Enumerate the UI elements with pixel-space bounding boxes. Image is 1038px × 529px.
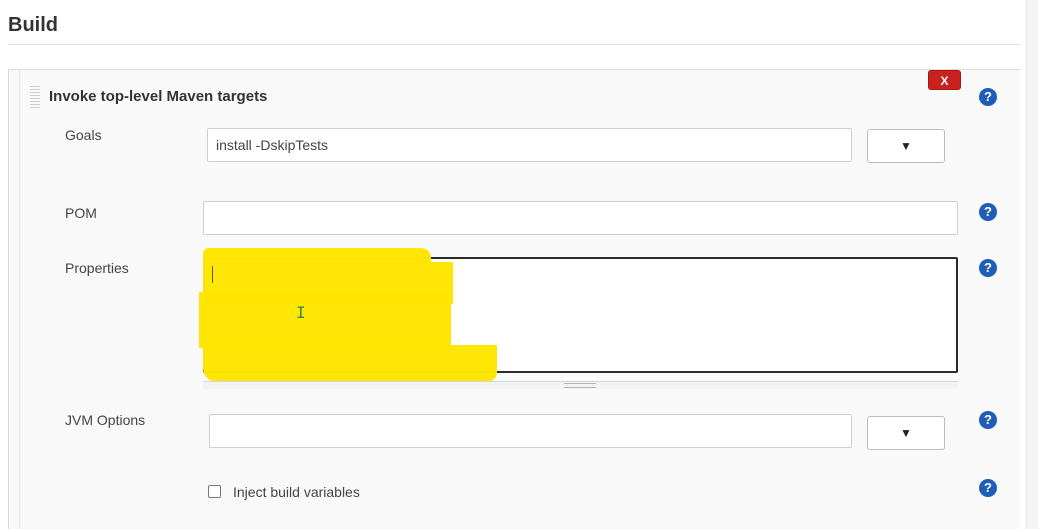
section-title: Build <box>8 14 58 36</box>
text-cursor <box>212 266 213 283</box>
highlight-overlay <box>199 292 451 348</box>
help-icon[interactable]: ? <box>979 479 997 497</box>
highlight-overlay <box>203 248 431 262</box>
drag-handle-icon[interactable] <box>30 86 40 108</box>
pom-label: POM <box>65 205 97 221</box>
ibeam-cursor-icon: I <box>296 303 306 322</box>
help-icon[interactable]: ? <box>979 411 997 429</box>
jvm-options-input[interactable] <box>209 414 852 448</box>
pom-input[interactable] <box>203 201 958 235</box>
jvm-options-label: JVM Options <box>65 412 146 428</box>
jvm-options-dropdown-button[interactable]: ▼ <box>867 416 945 450</box>
delete-step-button[interactable]: X <box>928 70 961 90</box>
section-divider <box>8 44 1020 45</box>
goals-input[interactable]: install -DskipTests <box>207 128 852 162</box>
scrollbar-track[interactable] <box>1026 0 1038 529</box>
properties-label: Properties <box>65 260 129 276</box>
resize-knob-icon[interactable] <box>564 383 596 388</box>
goals-label: Goals <box>65 127 102 143</box>
build-step-title: Invoke top-level Maven targets <box>49 88 268 105</box>
help-icon[interactable]: ? <box>979 88 997 106</box>
inject-build-variables-checkbox[interactable] <box>208 485 221 498</box>
help-icon[interactable]: ? <box>979 203 997 221</box>
highlight-overlay <box>203 345 497 382</box>
help-icon[interactable]: ? <box>979 259 997 277</box>
inject-build-variables-label: Inject build variables <box>233 484 360 500</box>
jenkins-build-config: Build Invoke top-level Maven targets X ?… <box>0 0 1038 529</box>
goals-dropdown-button[interactable]: ▼ <box>867 129 945 163</box>
